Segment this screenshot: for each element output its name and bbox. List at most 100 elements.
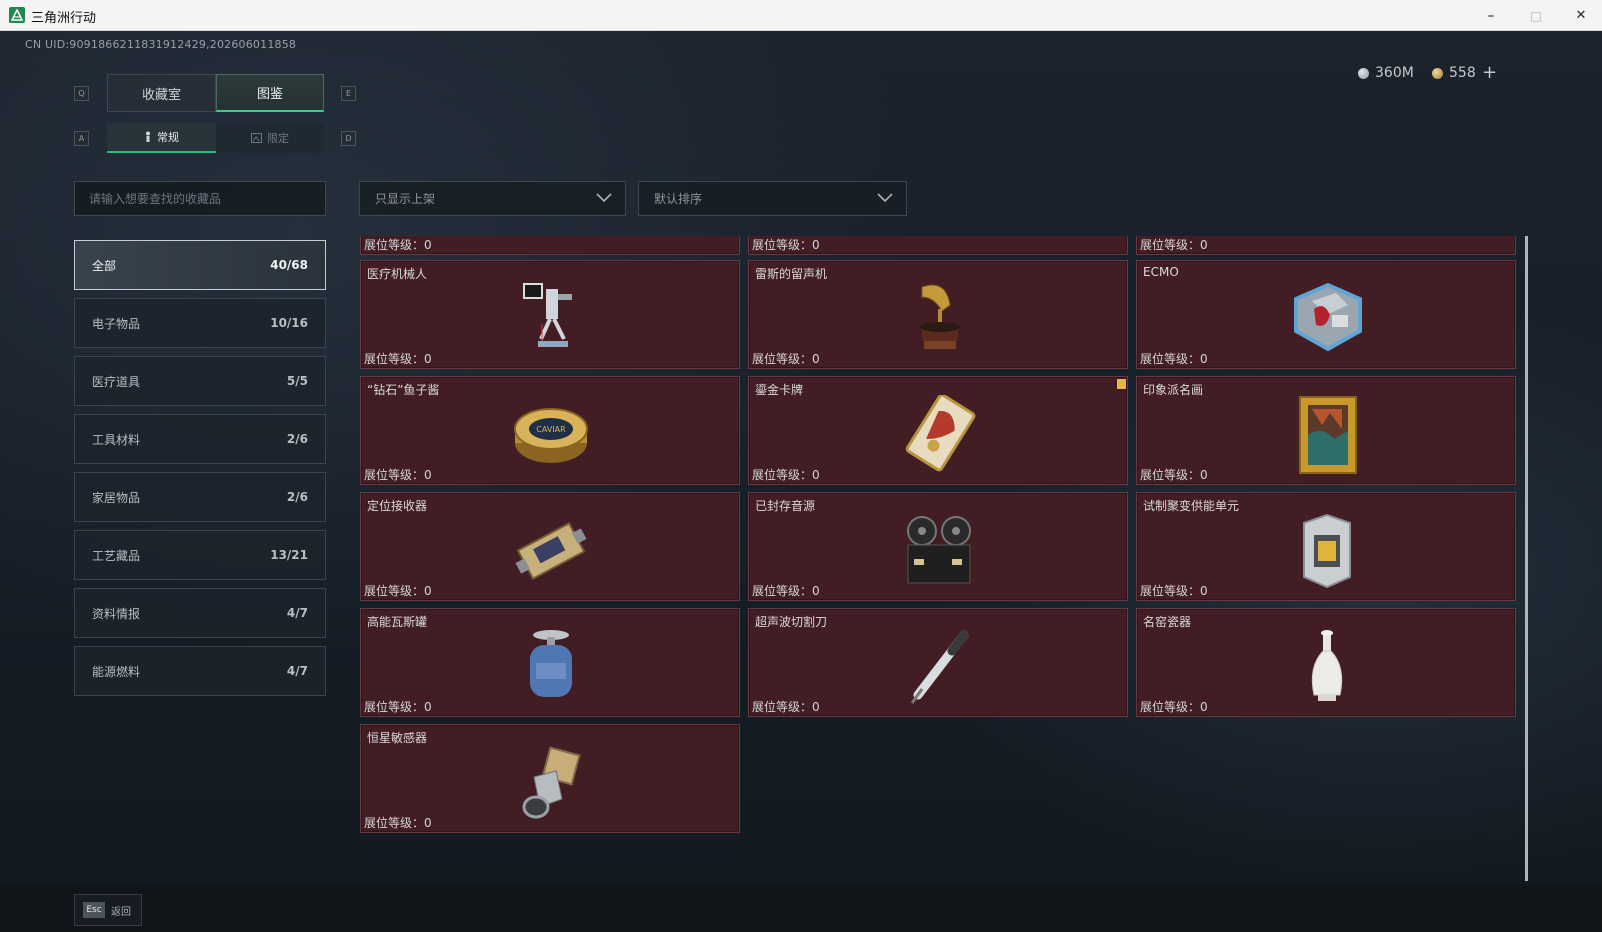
- category-household[interactable]: 家居物品 2/6: [74, 472, 326, 522]
- category-count: 13/21: [270, 548, 308, 562]
- cutter-icon: [910, 630, 969, 704]
- add-currency-button[interactable]: +: [1482, 62, 1497, 83]
- gold-card-icon: [905, 395, 976, 472]
- card-name: “钻石”鱼子酱: [367, 383, 440, 397]
- silver-coin-icon: [1358, 67, 1369, 79]
- card-level: 展位等级：0: [364, 238, 432, 252]
- tab-key-e[interactable]: E: [341, 86, 356, 101]
- frame-icon: [251, 133, 262, 143]
- category-count: 40/68: [270, 258, 308, 272]
- collection-search-input[interactable]: [74, 181, 326, 216]
- card-gold-card[interactable]: 鎏金卡牌 展位等级：0: [748, 376, 1128, 485]
- card-level: 展位等级：0: [364, 816, 432, 830]
- card-diamond-caviar[interactable]: “钻石”鱼子酱 CAVIAR 展位等级：0: [360, 376, 740, 485]
- window-title: 三角洲行动: [31, 11, 97, 26]
- receiver-icon: [515, 521, 587, 581]
- painting-icon: [1299, 396, 1357, 474]
- caviar-tin-icon: CAVIAR: [514, 408, 588, 463]
- card-fusion-unit[interactable]: 试制聚变供能单元 展位等级：0: [1136, 492, 1516, 601]
- category-crafts[interactable]: 工艺藏品 13/21: [74, 530, 326, 580]
- category-tools[interactable]: 工具材料 2/6: [74, 414, 326, 464]
- maximize-button[interactable]: □: [1513, 0, 1559, 31]
- porcelain-vase-icon: [1311, 630, 1343, 701]
- game-stage: CN UID:9091866211831912429,202606011858 …: [0, 31, 1602, 932]
- shelf-filter-dropdown[interactable]: 只显示上架: [359, 181, 626, 216]
- card-medical-robot[interactable]: 医疗机械人 展位等级：0: [360, 260, 740, 369]
- card-star-sensor[interactable]: 恒星敏感器 展位等级：0: [360, 724, 740, 833]
- subtab-limited-label: 限定: [267, 132, 289, 145]
- back-label: 返回: [111, 906, 131, 918]
- category-medical[interactable]: 医疗道具 5/5: [74, 356, 326, 406]
- collection-card[interactable]: 展位等级：0: [1136, 236, 1516, 255]
- card-gas-tank[interactable]: 高能瓦斯罐 展位等级：0: [360, 608, 740, 717]
- card-ecmo[interactable]: ECMO 展位等级：0: [1136, 260, 1516, 369]
- chevron-down-icon: [596, 193, 612, 203]
- card-level: 展位等级：0: [1140, 468, 1208, 482]
- card-level: 展位等级：0: [752, 238, 820, 252]
- svg-text:CAVIAR: CAVIAR: [536, 425, 566, 434]
- card-level: 展位等级：0: [364, 700, 432, 714]
- card-name: 鎏金卡牌: [755, 383, 804, 397]
- category-electronics[interactable]: 电子物品 10/16: [74, 298, 326, 348]
- scrollbar-thumb[interactable]: [1525, 236, 1528, 881]
- category-all[interactable]: 全部 40/68: [74, 240, 326, 290]
- subtab-key-d[interactable]: D: [341, 131, 356, 146]
- tab-collection-room[interactable]: 收藏室: [107, 74, 216, 112]
- minimize-button[interactable]: –: [1468, 0, 1514, 31]
- footer-bar: [0, 885, 1602, 932]
- subtab-regular-label: 常规: [157, 131, 179, 144]
- sort-dropdown[interactable]: 默认排序: [638, 181, 907, 216]
- back-button[interactable]: Esc 返回: [74, 894, 142, 926]
- card-porcelain[interactable]: 名窑瓷器 展位等级：0: [1136, 608, 1516, 717]
- card-gramophone[interactable]: 雷斯的留声机 展位等级：0: [748, 260, 1128, 369]
- subtab-limited[interactable]: 限定: [216, 123, 324, 153]
- fusion-cell-icon: [1303, 513, 1351, 589]
- gramophone-icon: [920, 284, 960, 349]
- category-energy[interactable]: 能源燃料 4/7: [74, 646, 326, 696]
- silver-currency: 360M: [1358, 65, 1414, 81]
- card-ultrasonic-cutter[interactable]: 超声波切割刀 展位等级：0: [748, 608, 1128, 717]
- category-count: 2/6: [286, 432, 308, 446]
- card-sealed-audio[interactable]: 已封存音源 展位等级：0: [748, 492, 1128, 601]
- card-level: 展位等级：0: [364, 352, 432, 366]
- app-logo-icon: [9, 7, 25, 23]
- figure-icon: [146, 131, 150, 142]
- close-button[interactable]: ✕: [1558, 0, 1602, 31]
- grid-scrollbar[interactable]: [1525, 236, 1528, 881]
- card-level: 展位等级：0: [1140, 238, 1208, 252]
- card-level: 展位等级：0: [752, 700, 820, 714]
- card-name: 已封存音源: [755, 499, 816, 513]
- card-level: 展位等级：0: [1140, 352, 1208, 366]
- category-label: 医疗道具: [92, 374, 141, 389]
- card-level: 展位等级：0: [752, 584, 820, 598]
- tab-encyclopedia[interactable]: 图鉴: [216, 74, 324, 112]
- tab-key-q[interactable]: Q: [74, 86, 89, 101]
- card-impressionist-painting[interactable]: 印象派名画 展位等级：0: [1136, 376, 1516, 485]
- window-titlebar: 三角洲行动 – □ ✕: [0, 0, 1602, 31]
- card-name: 定位接收器: [367, 499, 428, 513]
- gas-tank-icon: [530, 630, 572, 697]
- category-label: 全部: [92, 258, 117, 273]
- category-label: 工艺藏品: [92, 548, 141, 563]
- card-positioning-receiver[interactable]: 定位接收器 展位等级：0: [360, 492, 740, 601]
- shelf-filter-value: 只显示上架: [375, 192, 436, 206]
- tape-recorder-icon: [907, 516, 971, 584]
- card-name: 印象派名画: [1143, 383, 1204, 397]
- card-level: 展位等级：0: [1140, 700, 1208, 714]
- subtab-regular[interactable]: 常规: [107, 123, 216, 153]
- new-badge-icon: [1117, 379, 1126, 389]
- card-level: 展位等级：0: [364, 584, 432, 598]
- category-label: 工具材料: [92, 432, 141, 447]
- card-name: 恒星敏感器: [367, 731, 428, 745]
- subtab-key-a[interactable]: A: [74, 131, 89, 146]
- star-sensor-icon: [522, 746, 581, 819]
- card-level: 展位等级：0: [364, 468, 432, 482]
- category-intel[interactable]: 资料情报 4/7: [74, 588, 326, 638]
- category-count: 5/5: [286, 374, 308, 388]
- collection-grid: 展位等级：0 展位等级：0 展位等级：0 医疗机械人 展位等级：0 雷斯的留声机…: [360, 236, 1540, 881]
- collection-card[interactable]: 展位等级：0: [748, 236, 1128, 255]
- gold-currency: 558: [1432, 65, 1476, 81]
- card-level: 展位等级：0: [1140, 584, 1208, 598]
- category-count: 2/6: [286, 490, 308, 504]
- collection-card[interactable]: 展位等级：0: [360, 236, 740, 255]
